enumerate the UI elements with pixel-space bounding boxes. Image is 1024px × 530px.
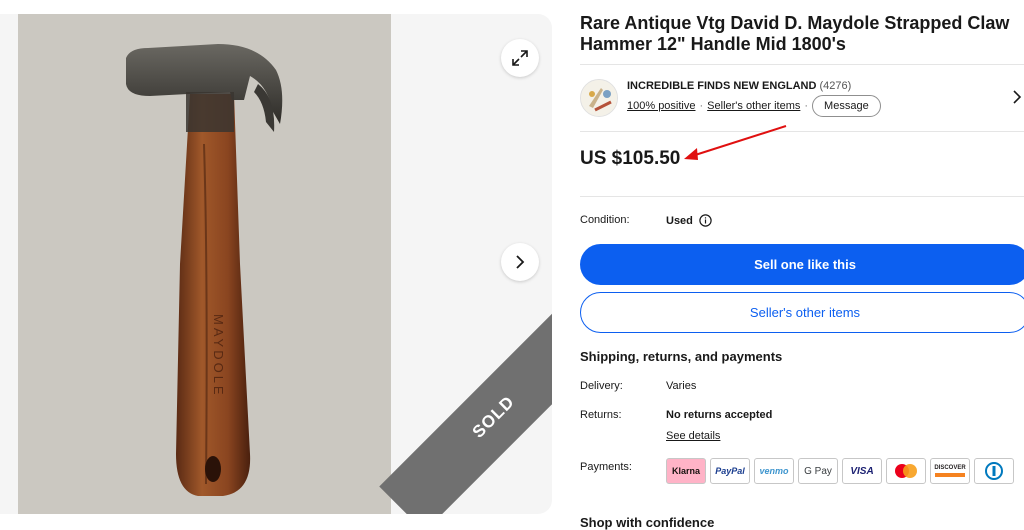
separator-dot: · bbox=[699, 100, 704, 112]
separator-dot: · bbox=[804, 100, 809, 112]
seller-avatar[interactable] bbox=[580, 79, 618, 117]
discover-icon: DISCOVER bbox=[930, 458, 970, 484]
google-pay-icon: G Pay bbox=[798, 458, 838, 484]
chevron-right-icon bbox=[516, 255, 525, 269]
expand-icon bbox=[512, 50, 528, 66]
listing-panel: Rare Antique Vtg David D. Maydole Strapp… bbox=[580, 0, 1024, 530]
seller-card[interactable]: INCREDIBLE FINDS NEW ENGLAND (4276) 100%… bbox=[580, 78, 1024, 122]
seller-avatar-image bbox=[581, 80, 617, 116]
image-gallery: MAYDOLE SOLD bbox=[0, 14, 552, 514]
expand-button[interactable] bbox=[501, 39, 539, 77]
payment-methods: Klarna PayPal venmo G Pay VISA DISCOVER bbox=[666, 458, 1014, 484]
hammer-photo[interactable]: MAYDOLE bbox=[18, 14, 391, 514]
see-details-link[interactable]: See details bbox=[666, 430, 720, 442]
divider bbox=[580, 196, 1024, 197]
paypal-icon: PayPal bbox=[710, 458, 750, 484]
sold-label: SOLD bbox=[468, 392, 519, 442]
divider bbox=[580, 64, 1024, 65]
delivery-label: Delivery: bbox=[580, 380, 623, 392]
positive-feedback-link[interactable]: 100% positive bbox=[627, 100, 696, 112]
condition-value-row: Used bbox=[666, 214, 712, 227]
klarna-icon: Klarna bbox=[666, 458, 706, 484]
next-image-button[interactable] bbox=[501, 243, 539, 281]
seller-links: 100% positive · Seller's other items · M… bbox=[627, 95, 881, 117]
shipping-section-title: Shipping, returns, and payments bbox=[580, 349, 783, 364]
sellers-other-items-button[interactable]: Seller's other items bbox=[580, 292, 1024, 333]
diners-club-icon bbox=[974, 458, 1014, 484]
hammer-illustration: MAYDOLE bbox=[18, 14, 391, 514]
sold-ribbon: SOLD bbox=[379, 260, 552, 514]
message-button[interactable]: Message bbox=[812, 95, 881, 117]
shop-with-confidence-title: Shop with confidence bbox=[580, 515, 715, 530]
returns-label: Returns: bbox=[580, 409, 622, 421]
info-icon[interactable] bbox=[699, 214, 712, 227]
price: US $105.50 bbox=[580, 148, 681, 169]
svg-text:MAYDOLE: MAYDOLE bbox=[211, 314, 226, 398]
condition-value: Used bbox=[666, 214, 693, 227]
divider bbox=[580, 131, 1024, 132]
mastercard-icon bbox=[886, 458, 926, 484]
seller-other-items-link[interactable]: Seller's other items bbox=[707, 100, 800, 112]
venmo-icon: venmo bbox=[754, 458, 794, 484]
returns-value: No returns accepted bbox=[666, 409, 773, 421]
condition-label: Condition: bbox=[580, 214, 630, 226]
seller-name[interactable]: INCREDIBLE FINDS NEW ENGLAND bbox=[627, 80, 816, 92]
chevron-right-icon[interactable] bbox=[1012, 90, 1022, 104]
payments-label: Payments: bbox=[580, 461, 632, 473]
seller-name-row: INCREDIBLE FINDS NEW ENGLAND (4276) bbox=[627, 80, 851, 92]
seller-feedback-count: (4276) bbox=[819, 80, 852, 92]
sell-one-like-this-button[interactable]: Sell one like this bbox=[580, 244, 1024, 285]
delivery-value: Varies bbox=[666, 380, 697, 392]
visa-icon: VISA bbox=[842, 458, 882, 484]
listing-title: Rare Antique Vtg David D. Maydole Strapp… bbox=[580, 13, 1010, 54]
